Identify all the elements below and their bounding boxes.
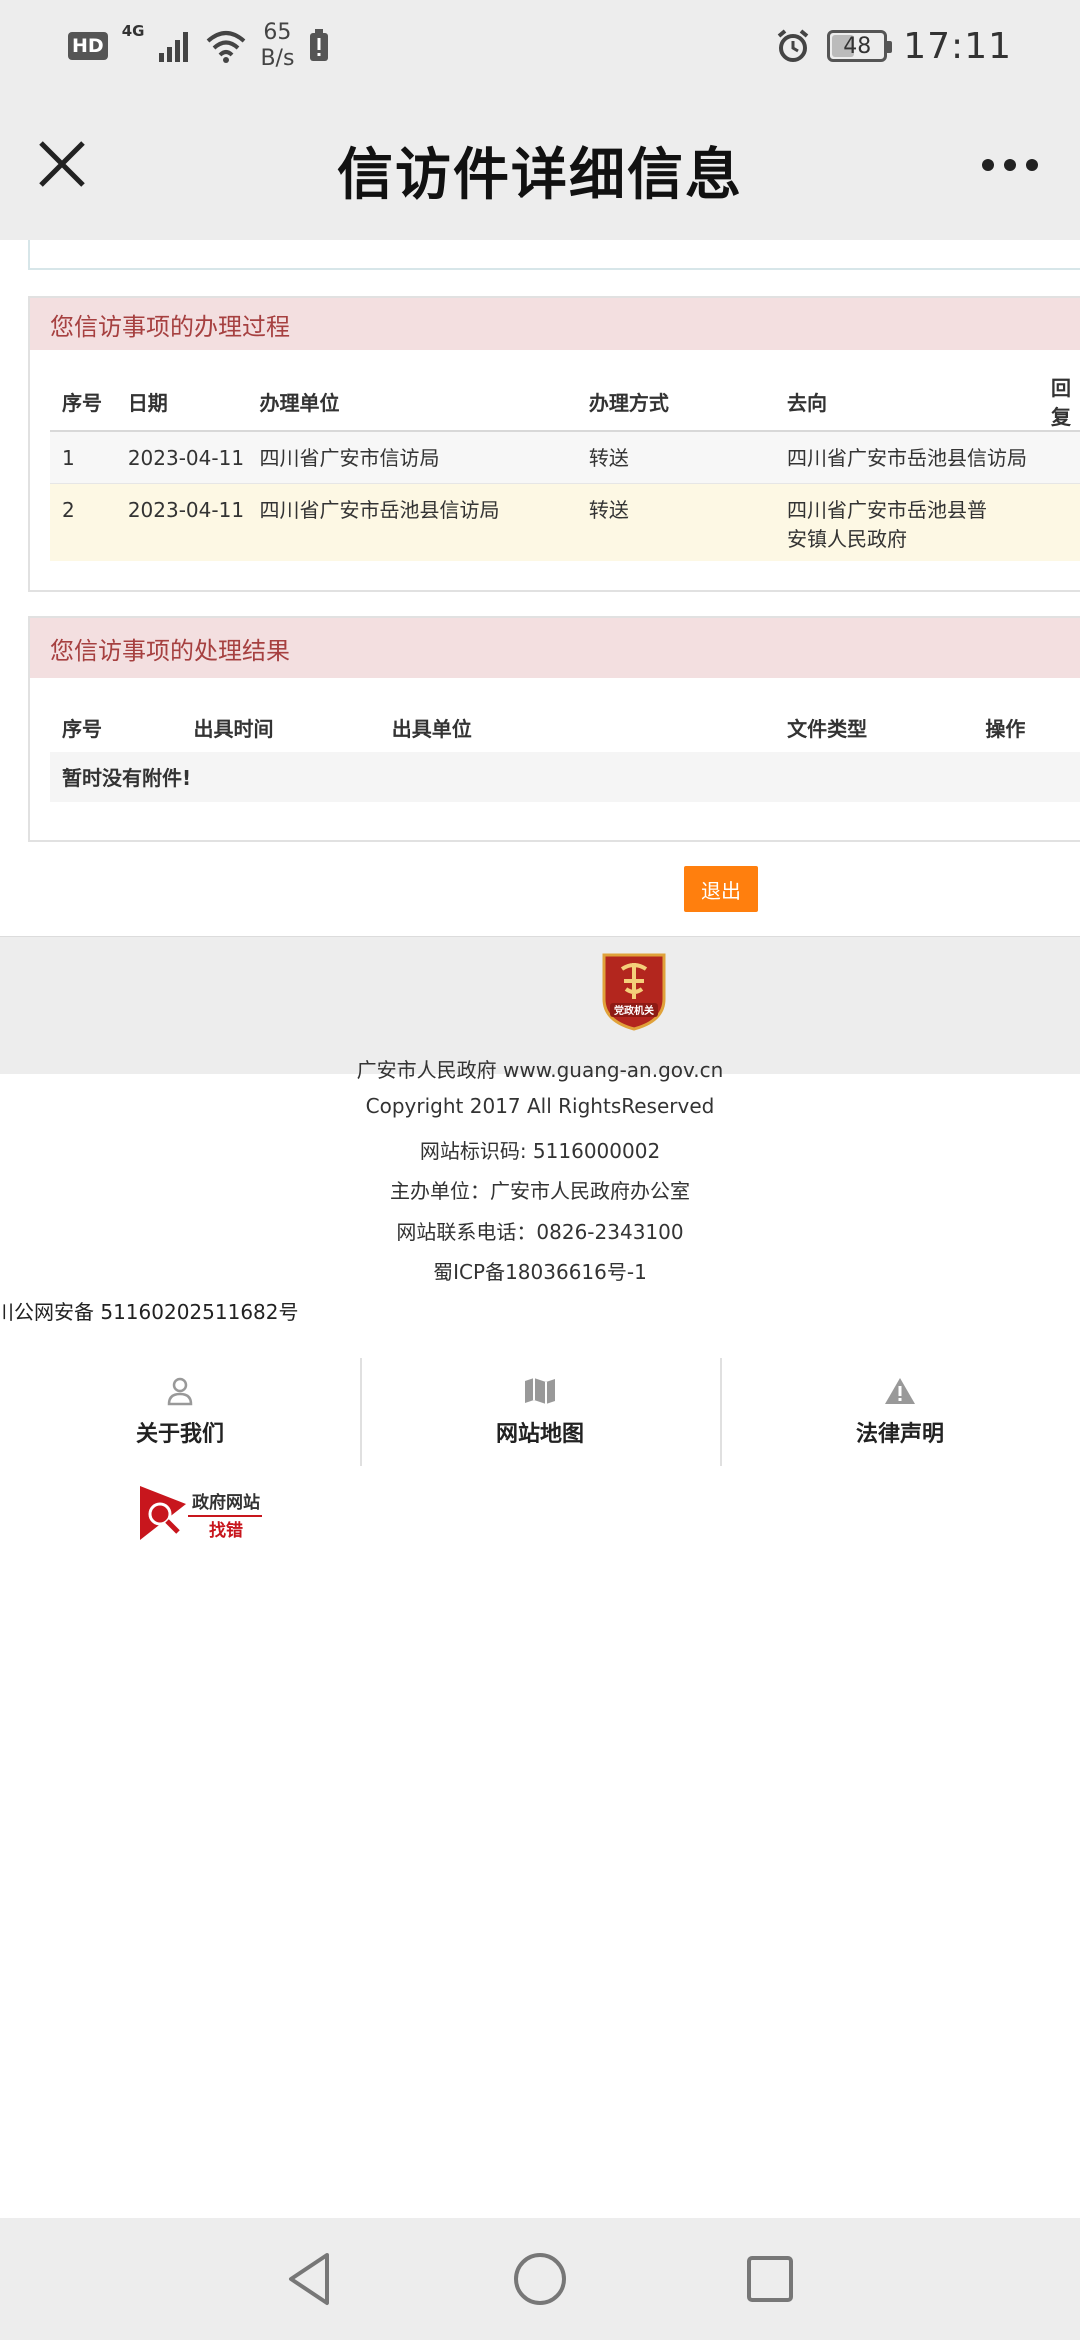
col-header: 操作: [985, 716, 1026, 741]
process-panel-heading: 您信访事项的办理过程: [30, 298, 1080, 350]
footer-phone: 网站联系电话：0826-2343100: [396, 1220, 684, 1244]
footer-site-name: 广安市人民政府 www.guang-an.gov.cn: [356, 1058, 724, 1082]
recents-square-icon: [747, 2256, 793, 2302]
recents-button[interactable]: [730, 2239, 810, 2319]
cell-reply: [1039, 483, 1080, 561]
back-button[interactable]: [270, 2239, 350, 2319]
legal-notice-link[interactable]: 法律声明: [720, 1358, 1080, 1466]
cell-index: 2: [50, 483, 116, 561]
map-icon: [525, 1378, 555, 1404]
cell-unit: 四川省广安市信访局: [247, 431, 577, 484]
status-right: 48 17:11: [775, 18, 1012, 74]
footer-copyright: Copyright 2017 All RightsReserved: [365, 1094, 715, 1118]
more-dot-icon: [1004, 159, 1016, 171]
table-row: 1 2023-04-11 四川省广安市信访局 转送 四川省广安市岳池县信访局: [50, 431, 1080, 484]
wifi-icon: [207, 31, 246, 63]
table-row: 2 2023-04-11 四川省广安市岳池县信访局 转送 四川省广安市岳池县普安…: [50, 483, 1080, 561]
alarm-icon: [777, 29, 809, 62]
result-panel-heading: 您信访事项的处理结果: [30, 618, 1080, 678]
site-map-link[interactable]: 网站地图: [360, 1358, 720, 1466]
battery-alert-icon: [310, 29, 329, 61]
warning-icon: [885, 1378, 915, 1404]
hd-badge: HD: [68, 32, 108, 60]
status-bar: HD 4G 65 B/s 48 17:11: [0, 0, 1080, 90]
cell-reply: [1039, 431, 1080, 484]
battery-indicator: 48: [827, 30, 893, 62]
status-left: HD 4G 65 B/s: [68, 18, 330, 74]
clock: 17:11: [903, 25, 1012, 67]
cell-unit: 四川省广安市岳池县信访局: [247, 483, 577, 561]
col-header: 办理方式: [576, 372, 776, 432]
more-dot-icon: [982, 159, 994, 171]
col-header: 序号: [50, 372, 116, 432]
speed-unit: B/s: [260, 46, 295, 71]
jiucuo-line2: 找错: [209, 1520, 243, 1541]
jiucuo-line1: 政府网站: [192, 1492, 260, 1513]
about-us-label: 关于我们: [135, 1422, 224, 1447]
home-circle-icon: [514, 2253, 566, 2305]
col-header: 序号: [62, 716, 102, 741]
cell-index: 1: [50, 431, 116, 484]
badge-text: 党政机关: [614, 1004, 654, 1017]
legal-notice-label: 法律声明: [855, 1422, 944, 1447]
home-button[interactable]: [500, 2239, 580, 2319]
cell-date: 2023-04-11: [115, 431, 248, 484]
police-record[interactable]: 川公网安备 51160202511682号: [0, 1296, 299, 1325]
speed-value: 65: [263, 20, 292, 45]
about-us-link[interactable]: 关于我们: [0, 1358, 360, 1466]
col-header: 回复: [1039, 372, 1080, 432]
cell-destination: 四川省广安市岳池县普安镇人民政府: [775, 483, 1040, 561]
table-row: 暂时没有附件!: [50, 752, 1080, 802]
gov-site-error-report-icon[interactable]: 政府网站 找错: [138, 1484, 264, 1542]
footer-host: 主办单位：广安市人民政府办公室: [390, 1179, 690, 1203]
system-nav-bar: [0, 2218, 1080, 2340]
col-header: 出具单位: [391, 716, 472, 741]
col-header: 文件类型: [787, 716, 868, 741]
cell-method: 转送: [576, 431, 776, 484]
back-triangle-icon: [289, 2253, 329, 2305]
process-panel: 您信访事项的办理过程 序号 日期 办理单位 办理方式 去向 回复 1 2023-…: [28, 296, 1080, 592]
cell-date: 2023-04-11: [115, 483, 248, 561]
signal-icon: [159, 32, 189, 62]
cell-method: 转送: [576, 483, 776, 561]
network-speed: 65 B/s: [260, 20, 294, 72]
network-type: 4G: [121, 22, 145, 40]
result-panel: 您信访事项的处理结果 序号 出具时间 出具单位 文件类型 操作 暂时没有附件!: [28, 616, 1080, 842]
footer-icp[interactable]: 蜀ICP备18036616号-1: [0, 1256, 1080, 1285]
more-dot-icon: [1026, 159, 1038, 171]
previous-panel-edge: [28, 240, 1080, 270]
app-header: 信访件详细信息: [0, 90, 1080, 240]
col-header: 去向: [775, 372, 1040, 432]
footer-site-code: 网站标识码: 5116000002: [419, 1139, 661, 1163]
site-map-label: 网站地图: [495, 1422, 584, 1447]
user-icon: [167, 1377, 193, 1406]
exit-button[interactable]: 退出: [684, 866, 758, 912]
cell-destination: 四川省广安市岳池县信访局: [775, 431, 1040, 484]
empty-message: 暂时没有附件!: [50, 752, 1080, 802]
battery-text: 48: [843, 33, 872, 59]
col-header: 日期: [115, 372, 248, 432]
party-government-badge-icon[interactable]: 党政机关: [600, 949, 668, 1031]
col-header: 办理单位: [247, 372, 577, 432]
footer-links: 关于我们 网站地图 法律声明: [0, 1358, 1080, 1466]
page-title: 信访件详细信息: [337, 143, 743, 208]
result-table: 序号 出具时间 出具单位 文件类型 操作 暂时没有附件!: [50, 702, 1080, 802]
process-table: 序号 日期 办理单位 办理方式 去向 回复 1 2023-04-11 四川省广安…: [50, 372, 1080, 561]
more-options-button[interactable]: [970, 140, 1050, 190]
col-header: 出具时间: [193, 716, 274, 741]
